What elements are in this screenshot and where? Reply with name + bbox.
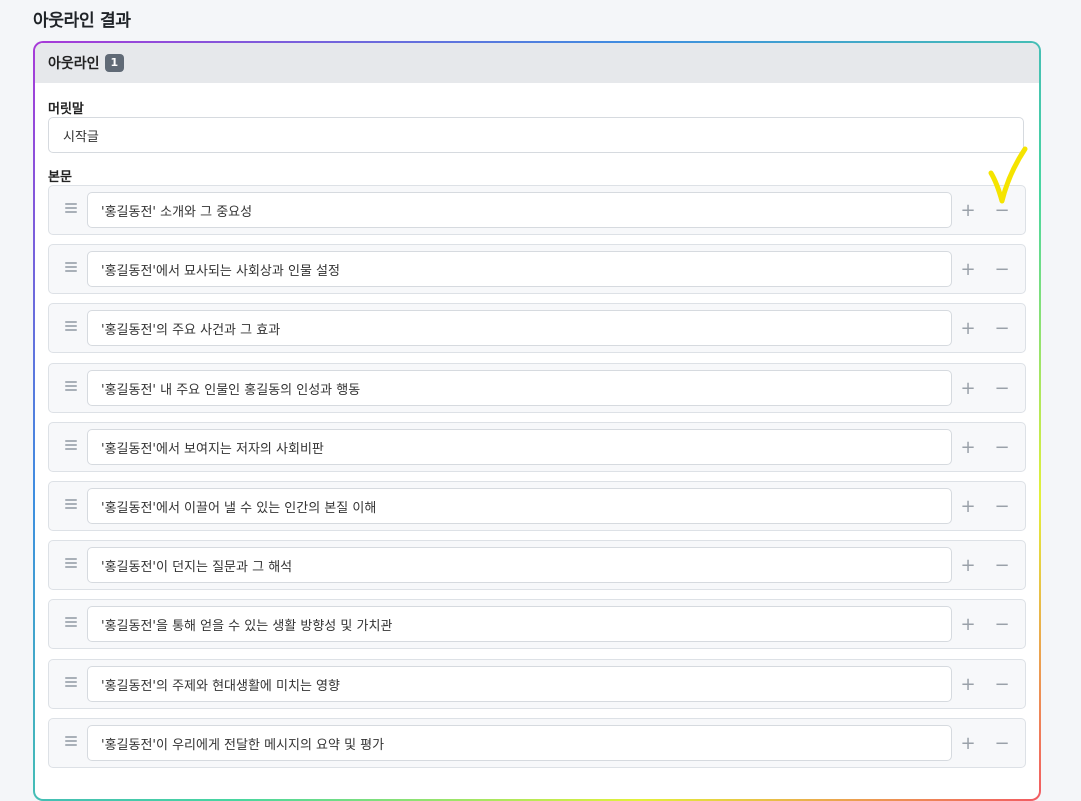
add-item-button[interactable]: + bbox=[957, 669, 979, 699]
preface-input[interactable]: 시작글 bbox=[48, 117, 1024, 153]
outline-panel-body: 아웃라인 1 머릿말 시작글 본문 '홍길동전' 소개와 그 중요성 + − '홍길동… bbox=[35, 43, 1039, 799]
add-item-button[interactable]: + bbox=[957, 373, 979, 403]
outline-item-row: '홍길동전'의 주요 사건과 그 효과 + − bbox=[48, 303, 1026, 353]
drag-handle-icon[interactable] bbox=[65, 203, 77, 214]
outline-item-input[interactable]: '홍길동전'에서 보여지는 저자의 사회비판 bbox=[87, 429, 952, 465]
outline-item-row: '홍길동전'에서 이끌어 낼 수 있는 인간의 본질 이해 + − bbox=[48, 481, 1026, 531]
outline-item-row: '홍길동전'에서 보여지는 저자의 사회비판 + − bbox=[48, 422, 1026, 472]
preface-label: 머릿말 bbox=[48, 102, 84, 117]
drag-handle-icon[interactable] bbox=[65, 321, 77, 332]
drag-handle-icon[interactable] bbox=[65, 499, 77, 510]
outline-item-input[interactable]: '홍길동전'이 던지는 질문과 그 해석 bbox=[87, 547, 952, 583]
add-item-button[interactable]: + bbox=[957, 432, 979, 462]
outline-header-label: 아웃라인 bbox=[48, 56, 100, 72]
drag-handle-icon[interactable] bbox=[65, 677, 77, 688]
add-item-button[interactable]: + bbox=[957, 550, 979, 580]
outline-item-input[interactable]: '홍길동전'에서 이끌어 낼 수 있는 인간의 본질 이해 bbox=[87, 488, 952, 524]
add-item-button[interactable]: + bbox=[957, 491, 979, 521]
outline-item-input[interactable]: '홍길동전' 내 주요 인물인 홍길동의 인성과 행동 bbox=[87, 370, 952, 406]
outline-item-input[interactable]: '홍길동전'을 통해 얻을 수 있는 생활 방향성 및 가치관 bbox=[87, 606, 952, 642]
outline-item-input[interactable]: '홍길동전' 소개와 그 중요성 bbox=[87, 192, 952, 228]
drag-handle-icon[interactable] bbox=[65, 440, 77, 451]
remove-item-button[interactable]: − bbox=[991, 669, 1013, 699]
page-title: 아웃라인 결과 bbox=[33, 11, 131, 31]
remove-item-button[interactable]: − bbox=[991, 491, 1013, 521]
outline-item-input[interactable]: '홍길동전'에서 묘사되는 사회상과 인물 설정 bbox=[87, 251, 952, 287]
outline-item-row: '홍길동전'의 주제와 현대생활에 미치는 영향 + − bbox=[48, 659, 1026, 709]
outline-panel: 아웃라인 1 머릿말 시작글 본문 '홍길동전' 소개와 그 중요성 + − '홍길동… bbox=[33, 41, 1041, 801]
add-item-button[interactable]: + bbox=[957, 254, 979, 284]
outline-item-input[interactable]: '홍길동전'이 우리에게 전달한 메시지의 요약 및 평가 bbox=[87, 725, 952, 761]
drag-handle-icon[interactable] bbox=[65, 736, 77, 747]
outline-item-row: '홍길동전' 내 주요 인물인 홍길동의 인성과 행동 + − bbox=[48, 363, 1026, 413]
add-item-button[interactable]: + bbox=[957, 313, 979, 343]
add-item-button[interactable]: + bbox=[957, 728, 979, 758]
drag-handle-icon[interactable] bbox=[65, 617, 77, 628]
outline-header: 아웃라인 1 bbox=[35, 43, 1039, 83]
remove-item-button[interactable]: − bbox=[991, 609, 1013, 639]
remove-item-button[interactable]: − bbox=[991, 373, 1013, 403]
drag-handle-icon[interactable] bbox=[65, 262, 77, 273]
add-item-button[interactable]: + bbox=[957, 195, 979, 225]
add-item-button[interactable]: + bbox=[957, 609, 979, 639]
remove-item-button[interactable]: − bbox=[991, 254, 1013, 284]
remove-item-button[interactable]: − bbox=[991, 432, 1013, 462]
remove-item-button[interactable]: − bbox=[991, 728, 1013, 758]
outline-item-row: '홍길동전'에서 묘사되는 사회상과 인물 설정 + − bbox=[48, 244, 1026, 294]
outline-item-input[interactable]: '홍길동전'의 주제와 현대생활에 미치는 영향 bbox=[87, 666, 952, 702]
body-label: 본문 bbox=[48, 170, 72, 185]
outline-item-row: '홍길동전'이 우리에게 전달한 메시지의 요약 및 평가 + − bbox=[48, 718, 1026, 768]
outline-item-input[interactable]: '홍길동전'의 주요 사건과 그 효과 bbox=[87, 310, 952, 346]
outline-count-badge: 1 bbox=[104, 54, 125, 72]
outline-item-row: '홍길동전' 소개와 그 중요성 + − bbox=[48, 185, 1026, 235]
remove-item-button[interactable]: − bbox=[991, 550, 1013, 580]
drag-handle-icon[interactable] bbox=[65, 558, 77, 569]
outline-item-row: '홍길동전'이 던지는 질문과 그 해석 + − bbox=[48, 540, 1026, 590]
checkmark-icon bbox=[988, 146, 1028, 204]
outline-item-row: '홍길동전'을 통해 얻을 수 있는 생활 방향성 및 가치관 + − bbox=[48, 599, 1026, 649]
remove-item-button[interactable]: − bbox=[991, 313, 1013, 343]
drag-handle-icon[interactable] bbox=[65, 381, 77, 392]
